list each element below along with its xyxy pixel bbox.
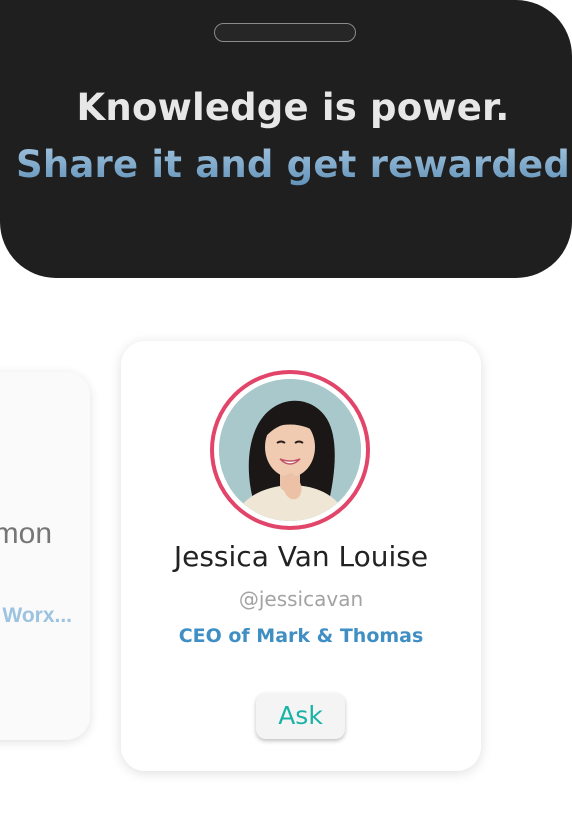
page: Knowledge is power. Share it and get rew… xyxy=(0,0,572,838)
avatar[interactable] xyxy=(219,379,361,521)
previous-profile-name: mon xyxy=(0,517,52,550)
previous-profile-card[interactable]: mon Worx... xyxy=(0,372,90,740)
profile-photo-icon xyxy=(219,379,361,521)
banner-headline: Knowledge is power. xyxy=(76,86,510,129)
profile-handle[interactable]: @jessicavan xyxy=(121,587,481,611)
profile-role: CEO of Mark & Thomas xyxy=(178,625,424,647)
ask-button[interactable]: Ask xyxy=(256,693,345,739)
avatar-ring xyxy=(210,370,370,530)
profile-card[interactable]: Jessica Van Louise @jessicavan CEO of Ma… xyxy=(121,341,481,771)
banner-subheadline: Share it and get rewarded xyxy=(0,141,572,189)
previous-profile-role: Worx... xyxy=(2,604,72,627)
top-banner: Knowledge is power. Share it and get rew… xyxy=(0,0,572,278)
profile-name: Jessica Van Louise xyxy=(173,540,429,573)
drag-handle[interactable] xyxy=(214,23,356,42)
